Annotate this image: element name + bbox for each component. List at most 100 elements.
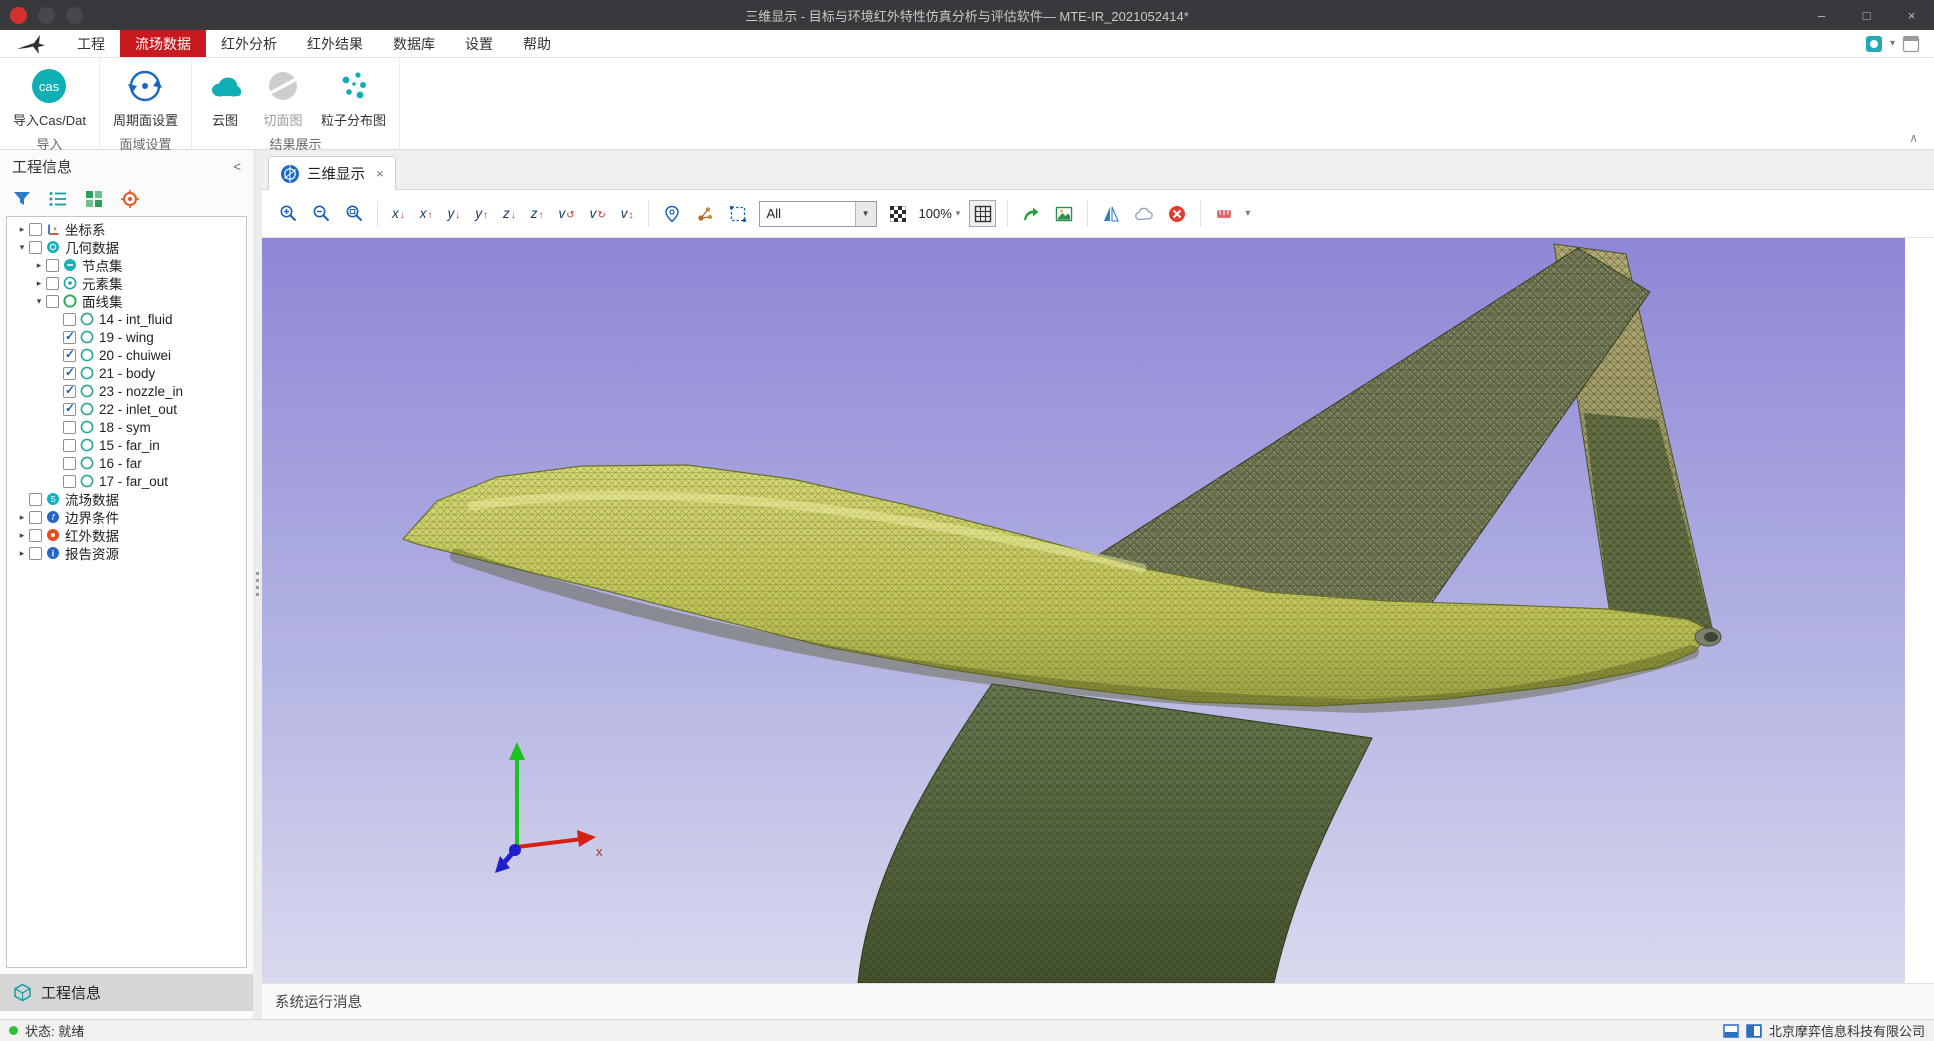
tree-item[interactable]: ▸f边界条件 [7,508,246,526]
locate-icon[interactable] [120,189,140,209]
theme-icon[interactable] [1865,35,1883,53]
tab-close-icon[interactable]: × [376,166,384,181]
tree-item[interactable]: 21 - body [7,364,246,382]
tree-expander-icon[interactable]: ▸ [15,224,29,235]
menu-tab-数据库[interactable]: 数据库 [378,30,450,57]
tree-item[interactable]: 19 - wing [7,328,246,346]
tree-item[interactable]: ▸元素集 [7,274,246,292]
dropdown-caret[interactable]: ▾ [1890,38,1895,49]
tree-checkbox[interactable] [63,385,76,398]
combo-dropdown-icon[interactable]: ▼ [855,202,876,226]
app-logo-button[interactable] [10,7,27,24]
tree-checkbox[interactable] [63,403,76,416]
zoom-level-dropdown[interactable]: 100%▾ [919,206,961,221]
quick-tool-button-2[interactable] [66,7,83,24]
tree-checkbox[interactable] [29,241,42,254]
tree-expander-icon[interactable]: ▸ [32,278,46,289]
grid-toggle-button[interactable] [969,200,996,227]
grid-icon[interactable] [84,189,104,209]
tree-checkbox[interactable] [29,223,42,236]
view-z-plus[interactable]: z↑ [528,206,547,221]
list-icon[interactable] [48,189,68,209]
tree-item[interactable]: ▸i报告资源 [7,544,246,562]
tree-expander-icon[interactable]: ▸ [15,530,29,541]
tree-checkbox[interactable] [46,277,59,290]
molecule-icon[interactable] [693,201,717,227]
project-panel-tab[interactable]: 工程信息 [0,974,253,1011]
probe-pin-icon[interactable] [660,201,684,227]
tree-checkbox[interactable] [29,511,42,524]
maximize-button[interactable]: □ [1844,0,1889,30]
tree-expander-icon[interactable]: ▾ [15,242,29,253]
menu-tab-设置[interactable]: 设置 [450,30,508,57]
tree-checkbox[interactable] [29,529,42,542]
tree-item[interactable]: 14 - int_fluid [7,310,246,328]
checker-icon[interactable] [886,201,910,227]
measure-icon[interactable] [1212,201,1236,227]
window-style-icon[interactable] [1902,35,1920,53]
tree-expander-icon[interactable]: ▸ [15,512,29,523]
ribbon-button-云图[interactable]: 云图 [196,64,254,131]
ribbon-button-导入Cas/Dat[interactable]: cas导入Cas/Dat [4,64,95,131]
tree-checkbox[interactable] [63,331,76,344]
tree-checkbox[interactable] [63,313,76,326]
filter-icon[interactable] [12,189,32,209]
tree-expander-icon[interactable]: ▾ [32,296,46,307]
snapshot-icon[interactable] [1052,201,1076,227]
ribbon-button-周期面设置[interactable]: 周期面设置 [104,64,187,131]
view-x-minus[interactable]: x↓ [389,206,408,221]
tree-item[interactable]: ▸红外数据 [7,526,246,544]
tree-checkbox[interactable] [46,295,59,308]
tree-item[interactable]: 15 - far_in [7,436,246,454]
tree-checkbox[interactable] [63,349,76,362]
tree-item[interactable]: ▾几何数据 [7,238,246,256]
tree-checkbox[interactable] [29,493,42,506]
tree-item[interactable]: ▸x坐标系 [7,220,246,238]
tree-item[interactable]: 23 - nozzle_in [7,382,246,400]
minimize-button[interactable]: – [1799,0,1844,30]
view-z-minus[interactable]: z↓ [500,206,519,221]
zoom-in-icon[interactable] [276,201,300,227]
box-select-icon[interactable] [726,201,750,227]
close-button[interactable]: × [1889,0,1934,30]
zoom-fit-icon[interactable] [342,201,366,227]
tree-item[interactable]: S流场数据 [7,490,246,508]
quick-tool-button-1[interactable] [38,7,55,24]
viewport-3d[interactable]: x [262,238,1905,983]
tree-checkbox[interactable] [63,421,76,434]
tree-checkbox[interactable] [63,439,76,452]
tab-3d-view[interactable]: 三维显示 × [268,156,396,190]
ribbon-button-粒子分布图[interactable]: 粒子分布图 [312,64,395,131]
tree-checkbox[interactable] [63,457,76,470]
panel-layout-icon-2[interactable] [1746,1024,1762,1038]
view-rotate-cw[interactable]: v↻ [587,206,609,221]
chevron-down-icon[interactable]: ▾ [1245,208,1250,219]
tree-item[interactable]: 17 - far_out [7,472,246,490]
tree-checkbox[interactable] [46,259,59,272]
view-x-plus[interactable]: x↑ [417,206,436,221]
panel-layout-icon-1[interactable] [1723,1024,1739,1038]
menu-tab-红外分析[interactable]: 红外分析 [206,30,292,57]
tree-checkbox[interactable] [63,475,76,488]
menu-tab-帮助[interactable]: 帮助 [508,30,566,57]
export-arrow-icon[interactable] [1019,201,1043,227]
tree-expander-icon[interactable]: ▸ [15,548,29,559]
tree-item[interactable]: 22 - inlet_out [7,400,246,418]
view-y-minus[interactable]: y↓ [445,206,464,221]
tree-item[interactable]: ▸节点集 [7,256,246,274]
cloud-icon[interactable] [1132,201,1156,227]
tree-expander-icon[interactable]: ▸ [32,260,46,271]
view-flip[interactable]: v↕ [618,206,637,221]
zoom-out-icon[interactable] [309,201,333,227]
view-y-plus[interactable]: y↑ [472,206,491,221]
menu-tab-工程[interactable]: 工程 [62,30,120,57]
display-filter-combo[interactable]: All▼ [759,201,877,227]
tree-checkbox[interactable] [63,367,76,380]
tree-item[interactable]: 16 - far [7,454,246,472]
menu-tab-流场数据[interactable]: 流场数据 [120,30,206,57]
tree-item[interactable]: ▾面线集 [7,292,246,310]
ribbon-collapse-button[interactable]: ∧ [1909,131,1918,145]
tree-checkbox[interactable] [29,547,42,560]
panel-collapse-button[interactable]: < [233,159,241,174]
clear-icon[interactable] [1165,201,1189,227]
